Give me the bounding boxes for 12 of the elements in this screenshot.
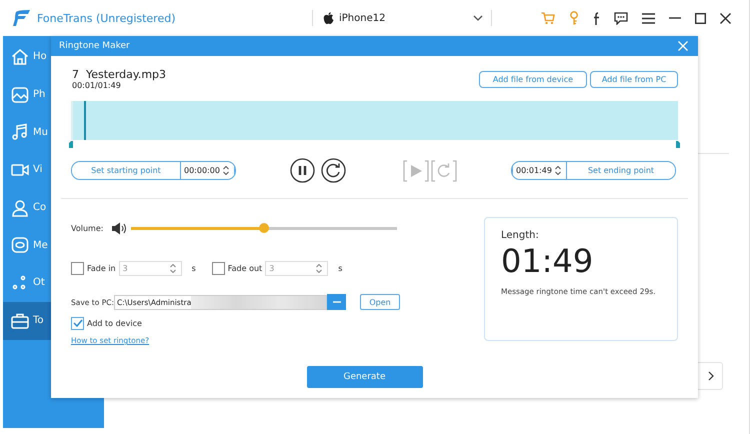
fade-label: Fade out <box>228 264 262 272</box>
fade-label: Fade in <box>87 264 116 272</box>
length-value: 01:49 <box>501 243 594 279</box>
length-label: Length: <box>501 230 540 241</box>
file-name: 7 Yesterday.mp3 <box>72 68 166 81</box>
unit-label: s <box>192 264 196 272</box>
unit-label: s <box>338 264 342 272</box>
add-to-device-label: Add to device <box>87 318 142 328</box>
app-title: FoneTrans (Unregistered) <box>37 12 176 24</box>
volume-label: Volume: <box>71 224 104 232</box>
dialog-title: Ringtone Maker <box>59 41 130 51</box>
playback-time: 00:01/01:49 <box>72 81 122 90</box>
